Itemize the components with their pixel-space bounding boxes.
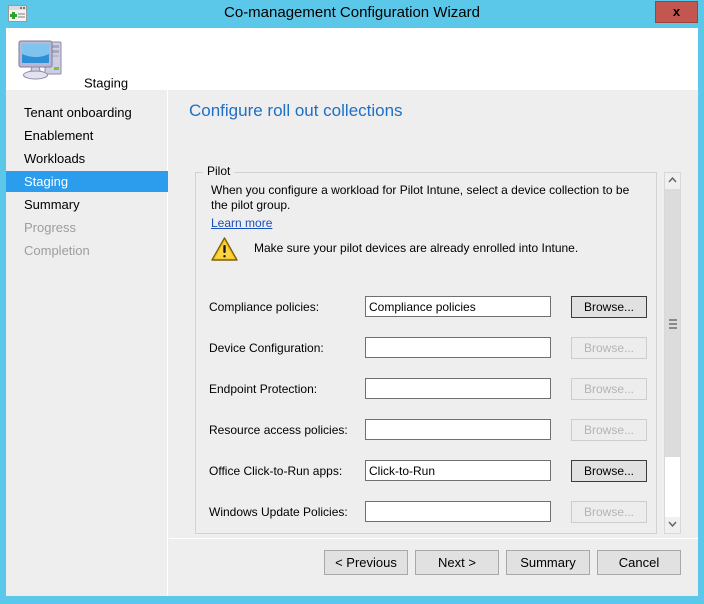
row-label: Resource access policies: [209, 423, 348, 437]
warning-triangle-icon [211, 236, 239, 262]
windows-update-policies-input[interactable] [365, 501, 551, 522]
page-title: Configure roll out collections [189, 101, 403, 121]
title-bar: Co-management Configuration Wizard x [0, 0, 704, 28]
computer-icon [16, 34, 68, 82]
wizard-sidebar: Tenant onboarding Enablement Workloads S… [6, 90, 168, 596]
close-button[interactable]: x [655, 1, 698, 23]
wizard-window: Co-management Configuration Wizard x [0, 0, 704, 604]
compliance-policies-browse-button[interactable]: Browse... [571, 296, 647, 318]
previous-button[interactable]: < Previous [324, 550, 408, 575]
summary-button[interactable]: Summary [506, 550, 590, 575]
wizard-footer: < Previous Next > Summary Cancel [169, 539, 698, 596]
pilot-group-legend: Pilot [203, 164, 234, 178]
step-title: Staging [84, 76, 128, 91]
sidebar-item-enablement[interactable]: Enablement [6, 125, 168, 146]
pilot-scrollbar[interactable] [664, 172, 681, 534]
sidebar-item-summary[interactable]: Summary [6, 194, 168, 215]
office-click-to-run-input[interactable] [365, 460, 551, 481]
chevron-down-icon[interactable] [665, 517, 680, 533]
sidebar-item-progress: Progress [6, 217, 168, 238]
wizard-body: Tenant onboarding Enablement Workloads S… [6, 90, 698, 596]
resource-access-policies-browse-button: Browse... [571, 419, 647, 441]
chevron-up-icon[interactable] [665, 173, 680, 189]
sidebar-item-workloads[interactable]: Workloads [6, 148, 168, 169]
warning-text: Make sure your pilot devices are already… [254, 241, 578, 255]
close-icon: x [656, 4, 697, 19]
row-label: Office Click-to-Run apps: [209, 464, 342, 478]
sidebar-item-staging[interactable]: Staging [6, 171, 168, 192]
scrollbar-thumb[interactable] [665, 189, 680, 457]
scrollbar-grip-icon [669, 319, 677, 327]
row-label: Device Configuration: [209, 341, 324, 355]
row-compliance-policies: Compliance policies: Browse... [169, 296, 631, 318]
pilot-description: When you configure a workload for Pilot … [211, 183, 641, 213]
sidebar-item-completion: Completion [6, 240, 168, 261]
warning-row: Make sure your pilot devices are already… [211, 236, 631, 264]
row-windows-update-policies: Windows Update Policies: Browse... [169, 501, 631, 523]
row-office-click-to-run-apps: Office Click-to-Run apps: Browse... [169, 460, 631, 482]
row-device-configuration: Device Configuration: Browse... [169, 337, 631, 359]
learn-more-link[interactable]: Learn more [211, 216, 272, 230]
device-configuration-input[interactable] [365, 337, 551, 358]
endpoint-protection-input[interactable] [365, 378, 551, 399]
next-button[interactable]: Next > [415, 550, 499, 575]
window-title: Co-management Configuration Wizard [0, 4, 704, 21]
row-label: Windows Update Policies: [209, 505, 348, 519]
compliance-policies-input[interactable] [365, 296, 551, 317]
resource-access-policies-input[interactable] [365, 419, 551, 440]
cancel-button[interactable]: Cancel [597, 550, 681, 575]
sidebar-item-tenant-onboarding[interactable]: Tenant onboarding [6, 102, 168, 123]
row-label: Endpoint Protection: [209, 382, 317, 396]
row-resource-access-policies: Resource access policies: Browse... [169, 419, 631, 441]
row-endpoint-protection: Endpoint Protection: Browse... [169, 378, 631, 400]
windows-update-policies-browse-button: Browse... [571, 501, 647, 523]
office-click-to-run-browse-button[interactable]: Browse... [571, 460, 647, 482]
endpoint-protection-browse-button: Browse... [571, 378, 647, 400]
device-configuration-browse-button: Browse... [571, 337, 647, 359]
wizard-header: Staging [6, 28, 698, 90]
content-panel: Configure roll out collections Pilot Whe… [169, 90, 698, 596]
row-label: Compliance policies: [209, 300, 319, 314]
